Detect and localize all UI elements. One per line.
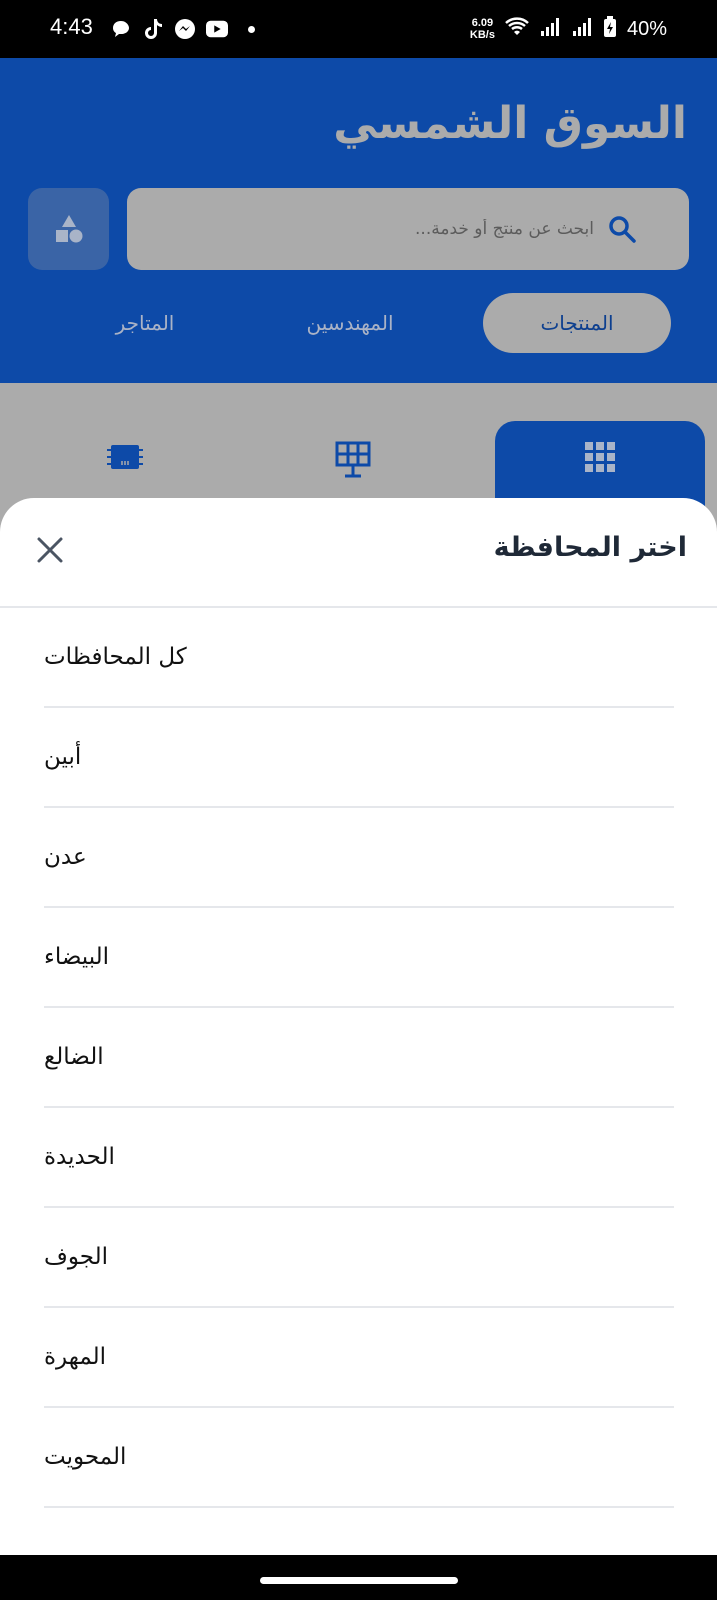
speed-unit: KB/s	[469, 29, 495, 41]
search-icon	[609, 216, 636, 243]
close-button[interactable]	[32, 532, 68, 568]
wifi-icon	[505, 17, 529, 41]
sheet-header: اختر المحافظة	[0, 498, 717, 608]
speed-value: 6.09	[471, 17, 494, 29]
governorate-item[interactable]: الحديدة	[44, 1108, 674, 1208]
battery-percent: 40%	[626, 17, 667, 40]
governorate-label: أبين	[44, 744, 82, 770]
tab-bar: المنتجات المهندسين المتاجر	[0, 293, 717, 353]
messenger-icon	[174, 18, 196, 40]
governorate-label: المحويت	[44, 1444, 127, 1470]
system-icons: 6.09 KB/s 40%	[470, 16, 667, 42]
app-title: السوق الشمسي	[333, 98, 687, 149]
tab-stores[interactable]: المتاجر	[105, 293, 185, 353]
governorate-item[interactable]: الضالع	[44, 1008, 674, 1108]
youtube-icon	[206, 18, 228, 40]
chat-bubble-icon	[110, 18, 132, 40]
governorate-label: الجوف	[44, 1244, 108, 1270]
sheet-title: اختر المحافظة	[493, 532, 687, 563]
governorate-label: الضالع	[44, 1044, 104, 1070]
notification-icons	[110, 18, 255, 40]
network-speed: 6.09 KB/s	[470, 17, 495, 41]
search-input[interactable]	[174, 188, 594, 270]
governorate-sheet: اختر المحافظة كل المحافظات أبين عدن البي…	[0, 498, 717, 1555]
app-header: السوق الشمسي المنتجات المهندسين المتاجر	[0, 58, 717, 383]
grid-icon	[585, 442, 615, 472]
governorate-item[interactable]: الجوف	[44, 1208, 674, 1308]
governorate-label: البيضاء	[44, 944, 110, 970]
governorate-item[interactable]: كل المحافظات	[44, 608, 674, 708]
battery-chip-icon	[107, 445, 143, 469]
categories-button[interactable]	[28, 188, 109, 270]
tiktok-icon	[142, 18, 164, 40]
governorate-item[interactable]: المهرة	[44, 1308, 674, 1408]
governorate-item[interactable]: عدن	[44, 808, 674, 908]
governorate-item[interactable]: المحويت	[44, 1408, 674, 1508]
solar-panel-icon	[335, 441, 371, 478]
status-time: 4:43	[50, 14, 93, 39]
more-notifications-dot	[248, 25, 255, 33]
governorate-list: كل المحافظات أبين عدن البيضاء الضالع الح…	[44, 608, 674, 1508]
battery-charging-icon	[603, 16, 617, 42]
governorate-label: المهرة	[44, 1344, 107, 1370]
status-bar: 4:43 6.09 KB/s 40%	[0, 0, 717, 58]
search-bar[interactable]	[127, 188, 689, 270]
home-gesture-handle[interactable]	[260, 1577, 458, 1584]
governorate-label: عدن	[44, 844, 87, 870]
signal-icon	[539, 17, 561, 41]
system-nav-bar	[0, 1555, 717, 1600]
signal-icon	[571, 17, 593, 41]
close-icon	[37, 537, 63, 563]
shapes-icon	[55, 215, 82, 243]
governorate-label: كل المحافظات	[44, 644, 187, 670]
tab-products[interactable]: المنتجات	[483, 293, 671, 353]
tab-engineers[interactable]: المهندسين	[295, 293, 405, 353]
governorate-item[interactable]: البيضاء	[44, 908, 674, 1008]
governorate-label: الحديدة	[44, 1144, 115, 1170]
governorate-item[interactable]: أبين	[44, 708, 674, 808]
